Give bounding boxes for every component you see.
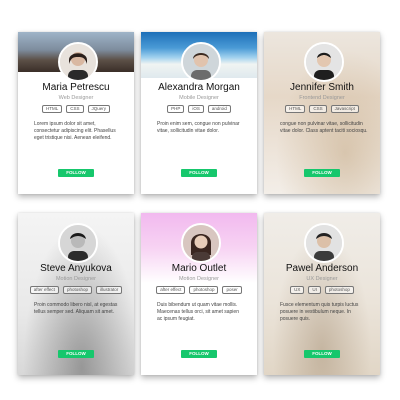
profile-bio: Duis bibendum ut quam vitae mollis. Maec… — [157, 302, 239, 322]
skill-tags: UX UI photoshop — [264, 286, 380, 294]
profile-role: Frontend Designer — [299, 95, 345, 101]
profile-name: Alexandra Morgan — [158, 82, 240, 93]
skill-tag[interactable]: UX — [290, 286, 305, 294]
avatar — [181, 223, 221, 263]
skill-tags: after effect photoshop poser — [141, 286, 257, 294]
profile-role: Motion Designer — [178, 276, 220, 282]
skill-tag[interactable]: Javascript — [330, 105, 359, 113]
profile-role: Web Designer — [58, 95, 94, 101]
skill-tag[interactable]: iOS — [188, 105, 204, 113]
skill-tag[interactable]: illustrator — [95, 286, 123, 294]
skill-tag[interactable]: photoshop — [324, 286, 354, 294]
skill-tags: HTML CSS JQuery — [18, 105, 134, 113]
skill-tag[interactable]: HTML — [41, 105, 63, 113]
profile-card-jennifer-smith: Jennifer Smith Frontend Designer HTML CS… — [264, 32, 380, 194]
profile-name: Pawel Anderson — [285, 263, 359, 274]
profile-bio: Proin commodo libero nisl, at egestas te… — [34, 302, 118, 315]
follow-button[interactable]: FOLLOW — [181, 169, 217, 177]
profile-name: Jennifer Smith — [290, 82, 354, 93]
skill-tag[interactable]: CSS — [309, 105, 327, 113]
profile-role: Mobile Designer — [179, 95, 219, 101]
profile-name: Maria Petrescu — [42, 82, 110, 93]
avatar — [58, 223, 98, 263]
profile-role: Motion Designer — [55, 276, 97, 282]
skill-tag[interactable]: JQuery — [87, 105, 111, 113]
profile-card-maria-petrescu: Maria Petrescu Web Designer HTML CSS JQu… — [18, 32, 134, 194]
avatar — [181, 42, 221, 82]
profile-card-pawel-anderson: Pawel Anderson UX Designer UX UI photosh… — [264, 213, 380, 375]
profile-bio: Fusce elementum quis turpis luctus posue… — [280, 302, 359, 322]
follow-button[interactable]: FOLLOW — [181, 350, 217, 358]
follow-button[interactable]: FOLLOW — [58, 350, 94, 358]
profile-bio: congue non pulvinar vitae, sollicitudin … — [280, 121, 368, 134]
skill-tag[interactable]: after effect — [156, 286, 186, 294]
profile-card-steve-anyukova: Steve Anyukova Motion Designer after eff… — [18, 213, 134, 375]
skill-tag[interactable]: CSS — [66, 105, 84, 113]
profile-name: Steve Anyukova — [40, 263, 112, 274]
follow-button[interactable]: FOLLOW — [58, 169, 94, 177]
profile-name: Mario Outlet — [171, 263, 227, 274]
skill-tag[interactable]: poser — [222, 286, 242, 294]
skill-tag[interactable]: PHP — [167, 105, 185, 113]
skill-tags: after effect photoshop illustrator — [18, 286, 134, 294]
skill-tag[interactable]: HTML — [285, 105, 306, 113]
profile-card-alexandra-morgan: Alexandra Morgan Mobile Designer PHP iOS… — [141, 32, 257, 194]
skill-tag[interactable]: photoshop — [189, 286, 219, 294]
skill-tag[interactable]: photoshop — [62, 286, 92, 294]
follow-button[interactable]: FOLLOW — [304, 169, 340, 177]
skill-tag[interactable]: UI — [308, 286, 321, 294]
skill-tags: HTML CSS Javascript — [264, 105, 380, 113]
avatar — [304, 42, 344, 82]
profile-card-mario-outlet: Mario Outlet Motion Designer after effec… — [141, 213, 257, 375]
profile-role: UX Designer — [306, 276, 338, 282]
skill-tag[interactable]: android — [207, 105, 231, 113]
avatar — [58, 42, 98, 82]
profile-bio: Proin enim sem, congue non pulvinar vita… — [157, 121, 240, 134]
profile-bio: Lorem ipsum dolor sit amet, consectetur … — [34, 121, 116, 141]
follow-button[interactable]: FOLLOW — [304, 350, 340, 358]
skill-tags: PHP iOS android — [141, 105, 257, 113]
avatar — [304, 223, 344, 263]
skill-tag[interactable]: after effect — [29, 286, 59, 294]
